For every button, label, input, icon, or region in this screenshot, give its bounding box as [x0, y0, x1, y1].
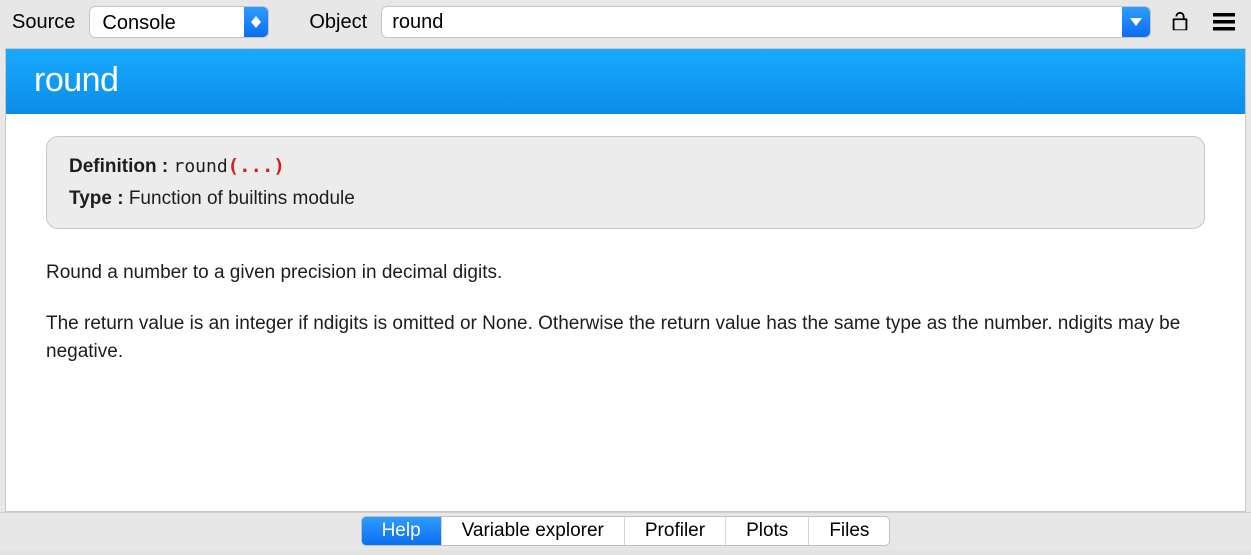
object-label: Object [309, 11, 367, 34]
tab-files[interactable]: Files [809, 517, 889, 545]
source-select-value: Console [90, 7, 244, 37]
definition-func-name: round [173, 156, 227, 177]
definition-label: Definition : [69, 156, 168, 177]
top-toolbar: Source Console Object [0, 0, 1251, 48]
type-label: Type : [69, 188, 124, 209]
object-combobox[interactable] [381, 6, 1151, 38]
tab-help[interactable]: Help [362, 517, 442, 545]
tab-plots[interactable]: Plots [726, 517, 809, 545]
menu-icon[interactable] [1209, 7, 1239, 37]
page-title: round [6, 49, 1245, 114]
type-value: Function of builtins module [129, 188, 355, 209]
description-p1: Round a number to a given precision in d… [46, 259, 1205, 288]
lock-open-icon[interactable] [1165, 7, 1195, 37]
updown-icon [244, 7, 268, 37]
description: Round a number to a given precision in d… [46, 259, 1205, 367]
tab-variable-explorer[interactable]: Variable explorer [442, 517, 625, 545]
definition-box: Definition : round(...) Type : Function … [46, 136, 1205, 229]
help-pane: round Definition : round(...) Type : Fun… [5, 48, 1246, 512]
object-input[interactable] [382, 7, 1122, 37]
tab-profiler[interactable]: Profiler [625, 517, 726, 545]
source-select[interactable]: Console [89, 6, 269, 38]
bottom-tabbar: Help Variable explorer Profiler Plots Fi… [0, 512, 1251, 550]
help-body: Definition : round(...) Type : Function … [6, 114, 1245, 511]
definition-args: (...) [228, 155, 285, 177]
chevron-down-icon[interactable] [1122, 7, 1150, 37]
source-label: Source [12, 11, 75, 34]
description-p2: The return value is an integer if ndigit… [46, 310, 1205, 367]
